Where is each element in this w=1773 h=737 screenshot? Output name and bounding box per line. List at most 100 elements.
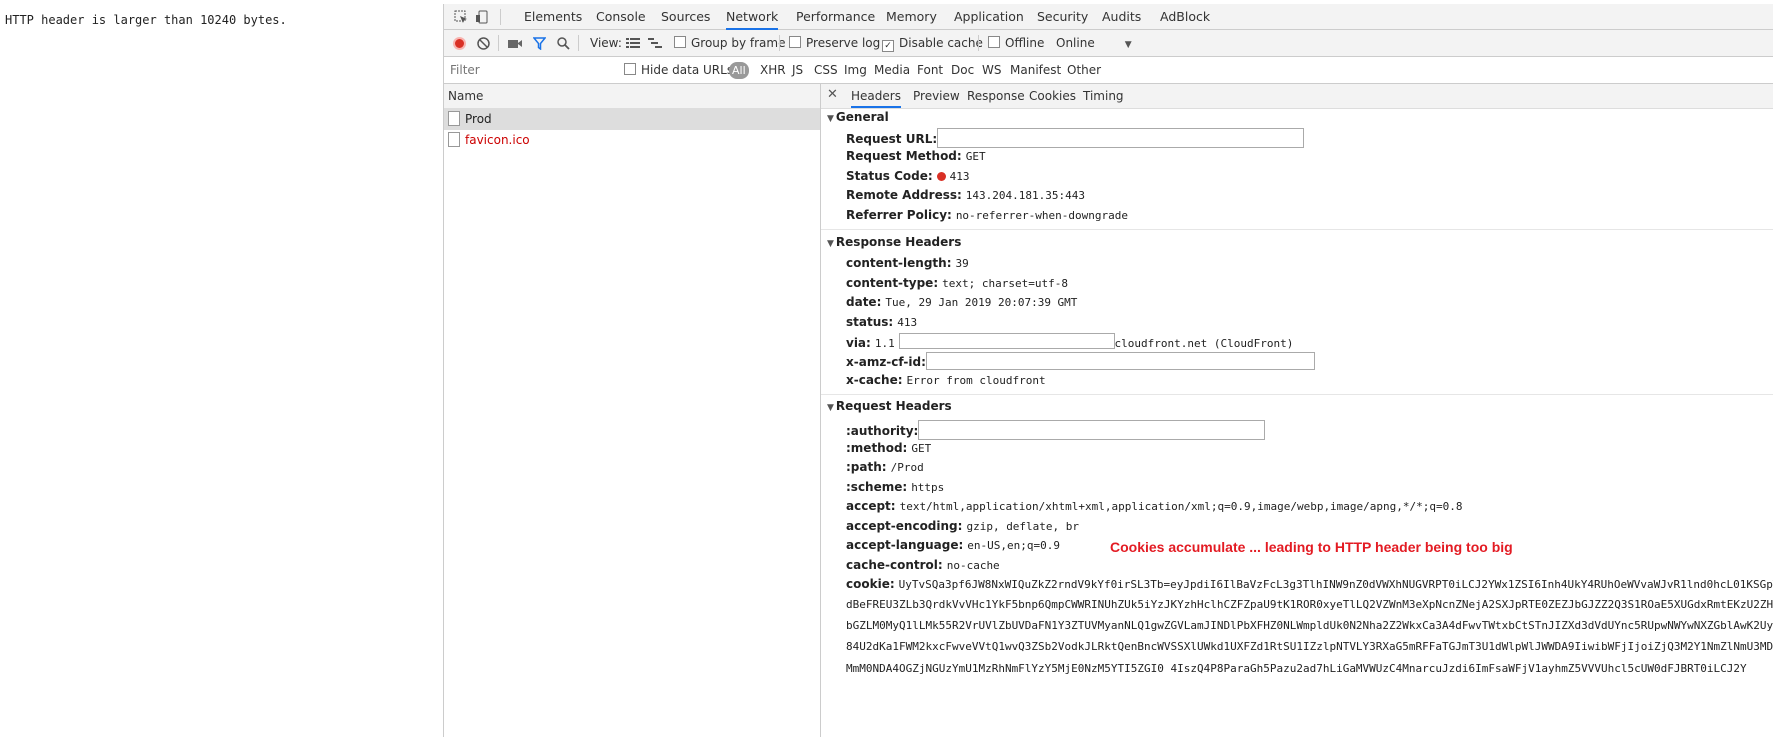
content-type-row: content-type: text; charset=utf-8 xyxy=(846,276,1068,290)
offline-checkbox[interactable]: Offline xyxy=(988,30,1044,57)
x-amz-cf-id-row: x-amz-cf-id: xyxy=(846,352,1315,370)
inspect-element-icon[interactable] xyxy=(452,8,470,26)
devtools-tab-bar: Elements Console Sources Network Perform… xyxy=(444,4,1773,30)
checkbox-checked-box: ✓ xyxy=(882,40,894,52)
detail-tab-bar: ✕ Headers Preview Response Cookies Timin… xyxy=(821,84,1773,109)
request-url-row: Request URL: xyxy=(846,128,1305,148)
checkbox-box xyxy=(674,36,686,48)
filter-type-font[interactable]: Font xyxy=(917,57,943,84)
clear-icon[interactable] xyxy=(474,34,492,52)
redacted-via-box xyxy=(898,333,1115,349)
filter-type-ws[interactable]: WS xyxy=(982,57,1001,84)
cookie-value-line: MmM0NDA4OGZjNGUzYmU1MzRhNmFlYzY5MjE0NzM5… xyxy=(846,662,1747,675)
filter-type-doc[interactable]: Doc xyxy=(951,57,974,84)
tab-application[interactable]: Application xyxy=(954,4,1024,30)
tab-timing[interactable]: Timing xyxy=(1083,84,1124,108)
toolbar-separator xyxy=(978,35,979,51)
search-icon[interactable] xyxy=(554,34,572,52)
cache-control-row: cache-control: no-cache xyxy=(846,558,1000,572)
document-icon xyxy=(448,111,460,126)
checkbox-box xyxy=(988,36,1000,48)
group-by-frame-checkbox[interactable]: Group by frame xyxy=(674,30,785,57)
name-column-header[interactable]: Name xyxy=(444,84,820,109)
tab-adblock[interactable]: AdBlock xyxy=(1160,4,1210,30)
general-section-toggle[interactable]: ▼ General xyxy=(827,110,889,124)
expand-triangle-icon: ▼ xyxy=(827,403,834,413)
tab-performance[interactable]: Performance xyxy=(796,4,875,30)
redacted-url-box xyxy=(937,128,1305,148)
disable-cache-checkbox[interactable]: ✓ Disable cache xyxy=(882,30,983,57)
waterfall-overview-icon[interactable] xyxy=(646,34,664,52)
cookie-row: cookie: UyTvSQa3pf6JW8NxWIQuZkZ2rndV9kYf0… xyxy=(846,577,1773,591)
tab-preview[interactable]: Preview xyxy=(913,84,960,108)
path-row: :path:/Prod xyxy=(846,460,924,474)
toolbar-separator xyxy=(779,35,780,51)
cookie-value-line: 84U2dKa1FWM2kxcFwveVVtQ1wvQ3ZSb2VodkJLRk… xyxy=(846,640,1773,653)
tab-security[interactable]: Security xyxy=(1037,4,1088,30)
cookie-value-line: dBeFREU3ZLb3QrdkVvVHc1YkF5bnp6QmpCWWRINU… xyxy=(846,598,1773,611)
status-code-row: Status Code: 413 xyxy=(846,169,970,183)
filter-input[interactable] xyxy=(448,61,609,79)
accept-encoding-row: accept-encoding: gzip, deflate, br xyxy=(846,519,1080,533)
tab-memory[interactable]: Memory xyxy=(886,4,937,30)
tab-audits[interactable]: Audits xyxy=(1102,4,1141,30)
screenshot-camera-icon[interactable] xyxy=(506,34,524,52)
expand-triangle-icon: ▼ xyxy=(827,239,834,249)
filter-type-img[interactable]: Img xyxy=(844,57,867,84)
redacted-authority-box xyxy=(918,420,1266,440)
filter-type-media[interactable]: Media xyxy=(874,57,910,84)
document-icon xyxy=(448,132,460,147)
request-headers-toggle[interactable]: ▼ Request Headers xyxy=(827,399,952,413)
checkbox-box xyxy=(624,63,636,75)
status-error-dot-icon xyxy=(936,172,946,181)
devtools-panel: Elements Console Sources Network Perform… xyxy=(443,4,1773,737)
request-row-prod[interactable]: Prod xyxy=(444,109,820,130)
accept-language-row: accept-language: en-US,en;q=0.9 xyxy=(846,538,1060,552)
network-toolbar: View: Group by frame Preserve log ✓ Disab… xyxy=(444,30,1773,57)
view-label: View: xyxy=(590,36,622,50)
filter-type-all[interactable]: All xyxy=(729,62,749,79)
content-length-row: content-length: 39 xyxy=(846,256,969,270)
tab-console[interactable]: Console xyxy=(596,4,646,30)
response-headers-toggle[interactable]: ▼ Response Headers xyxy=(827,235,961,249)
filter-funnel-icon[interactable] xyxy=(530,34,548,52)
redacted-cf-id-box xyxy=(925,352,1315,370)
request-row-favicon[interactable]: favicon.ico xyxy=(444,130,820,151)
hide-data-urls-checkbox[interactable]: Hide data URLs xyxy=(624,57,733,84)
tab-cookies[interactable]: Cookies xyxy=(1029,84,1076,108)
filter-bar: Hide data URLs All XHR JS CSS Img Media … xyxy=(444,57,1773,84)
referrer-policy-row: Referrer Policy: no-referrer-when-downgra… xyxy=(846,208,1128,222)
scheme-row: :scheme: https xyxy=(846,480,945,494)
expand-triangle-icon: ▼ xyxy=(827,114,834,124)
authority-row: :authority: xyxy=(846,420,1266,440)
tab-response[interactable]: Response xyxy=(967,84,1025,108)
annotation-note: Cookies accumulate ... leading to HTTP h… xyxy=(1110,539,1513,555)
device-toolbar-icon[interactable] xyxy=(474,8,492,26)
tab-separator xyxy=(500,9,501,25)
filter-type-js[interactable]: JS xyxy=(792,57,803,84)
record-button[interactable] xyxy=(453,37,466,50)
filter-type-manifest[interactable]: Manifest xyxy=(1010,57,1061,84)
request-details-pane: ✕ Headers Preview Response Cookies Timin… xyxy=(821,84,1773,737)
x-cache-row: x-cache: Error from cloudfront xyxy=(846,373,1046,387)
method-row: :method: GET xyxy=(846,441,932,455)
filter-type-xhr[interactable]: XHR xyxy=(760,57,786,84)
throttling-select[interactable]: Online ▼ xyxy=(1056,30,1132,57)
status-row: status: 413 xyxy=(846,315,918,329)
cookie-value-line: bGZLM0MyQ1lLMk55R2VrUVlZbUVDaFN1Y3ZTUVMy… xyxy=(846,619,1773,632)
large-rows-icon[interactable] xyxy=(624,34,642,52)
dropdown-arrow-icon: ▼ xyxy=(1124,40,1132,50)
filter-type-other[interactable]: Other xyxy=(1067,57,1101,84)
checkbox-box xyxy=(789,36,801,48)
preserve-log-checkbox[interactable]: Preserve log xyxy=(789,30,880,57)
tab-sources[interactable]: Sources xyxy=(661,4,710,30)
tab-headers[interactable]: Headers xyxy=(851,84,901,108)
tab-elements[interactable]: Elements xyxy=(524,4,582,30)
page-error-message: HTTP header is larger than 10240 bytes. xyxy=(5,13,287,27)
via-row: via: 1.1 cloudfront.net (CloudFront) xyxy=(846,333,1293,352)
tab-network[interactable]: Network xyxy=(726,4,779,30)
request-list: Name Prod favicon.ico xyxy=(444,84,821,737)
close-icon[interactable]: ✕ xyxy=(827,84,838,106)
request-method-row: Request Method: GET xyxy=(846,149,986,163)
filter-type-css[interactable]: CSS xyxy=(814,57,838,84)
